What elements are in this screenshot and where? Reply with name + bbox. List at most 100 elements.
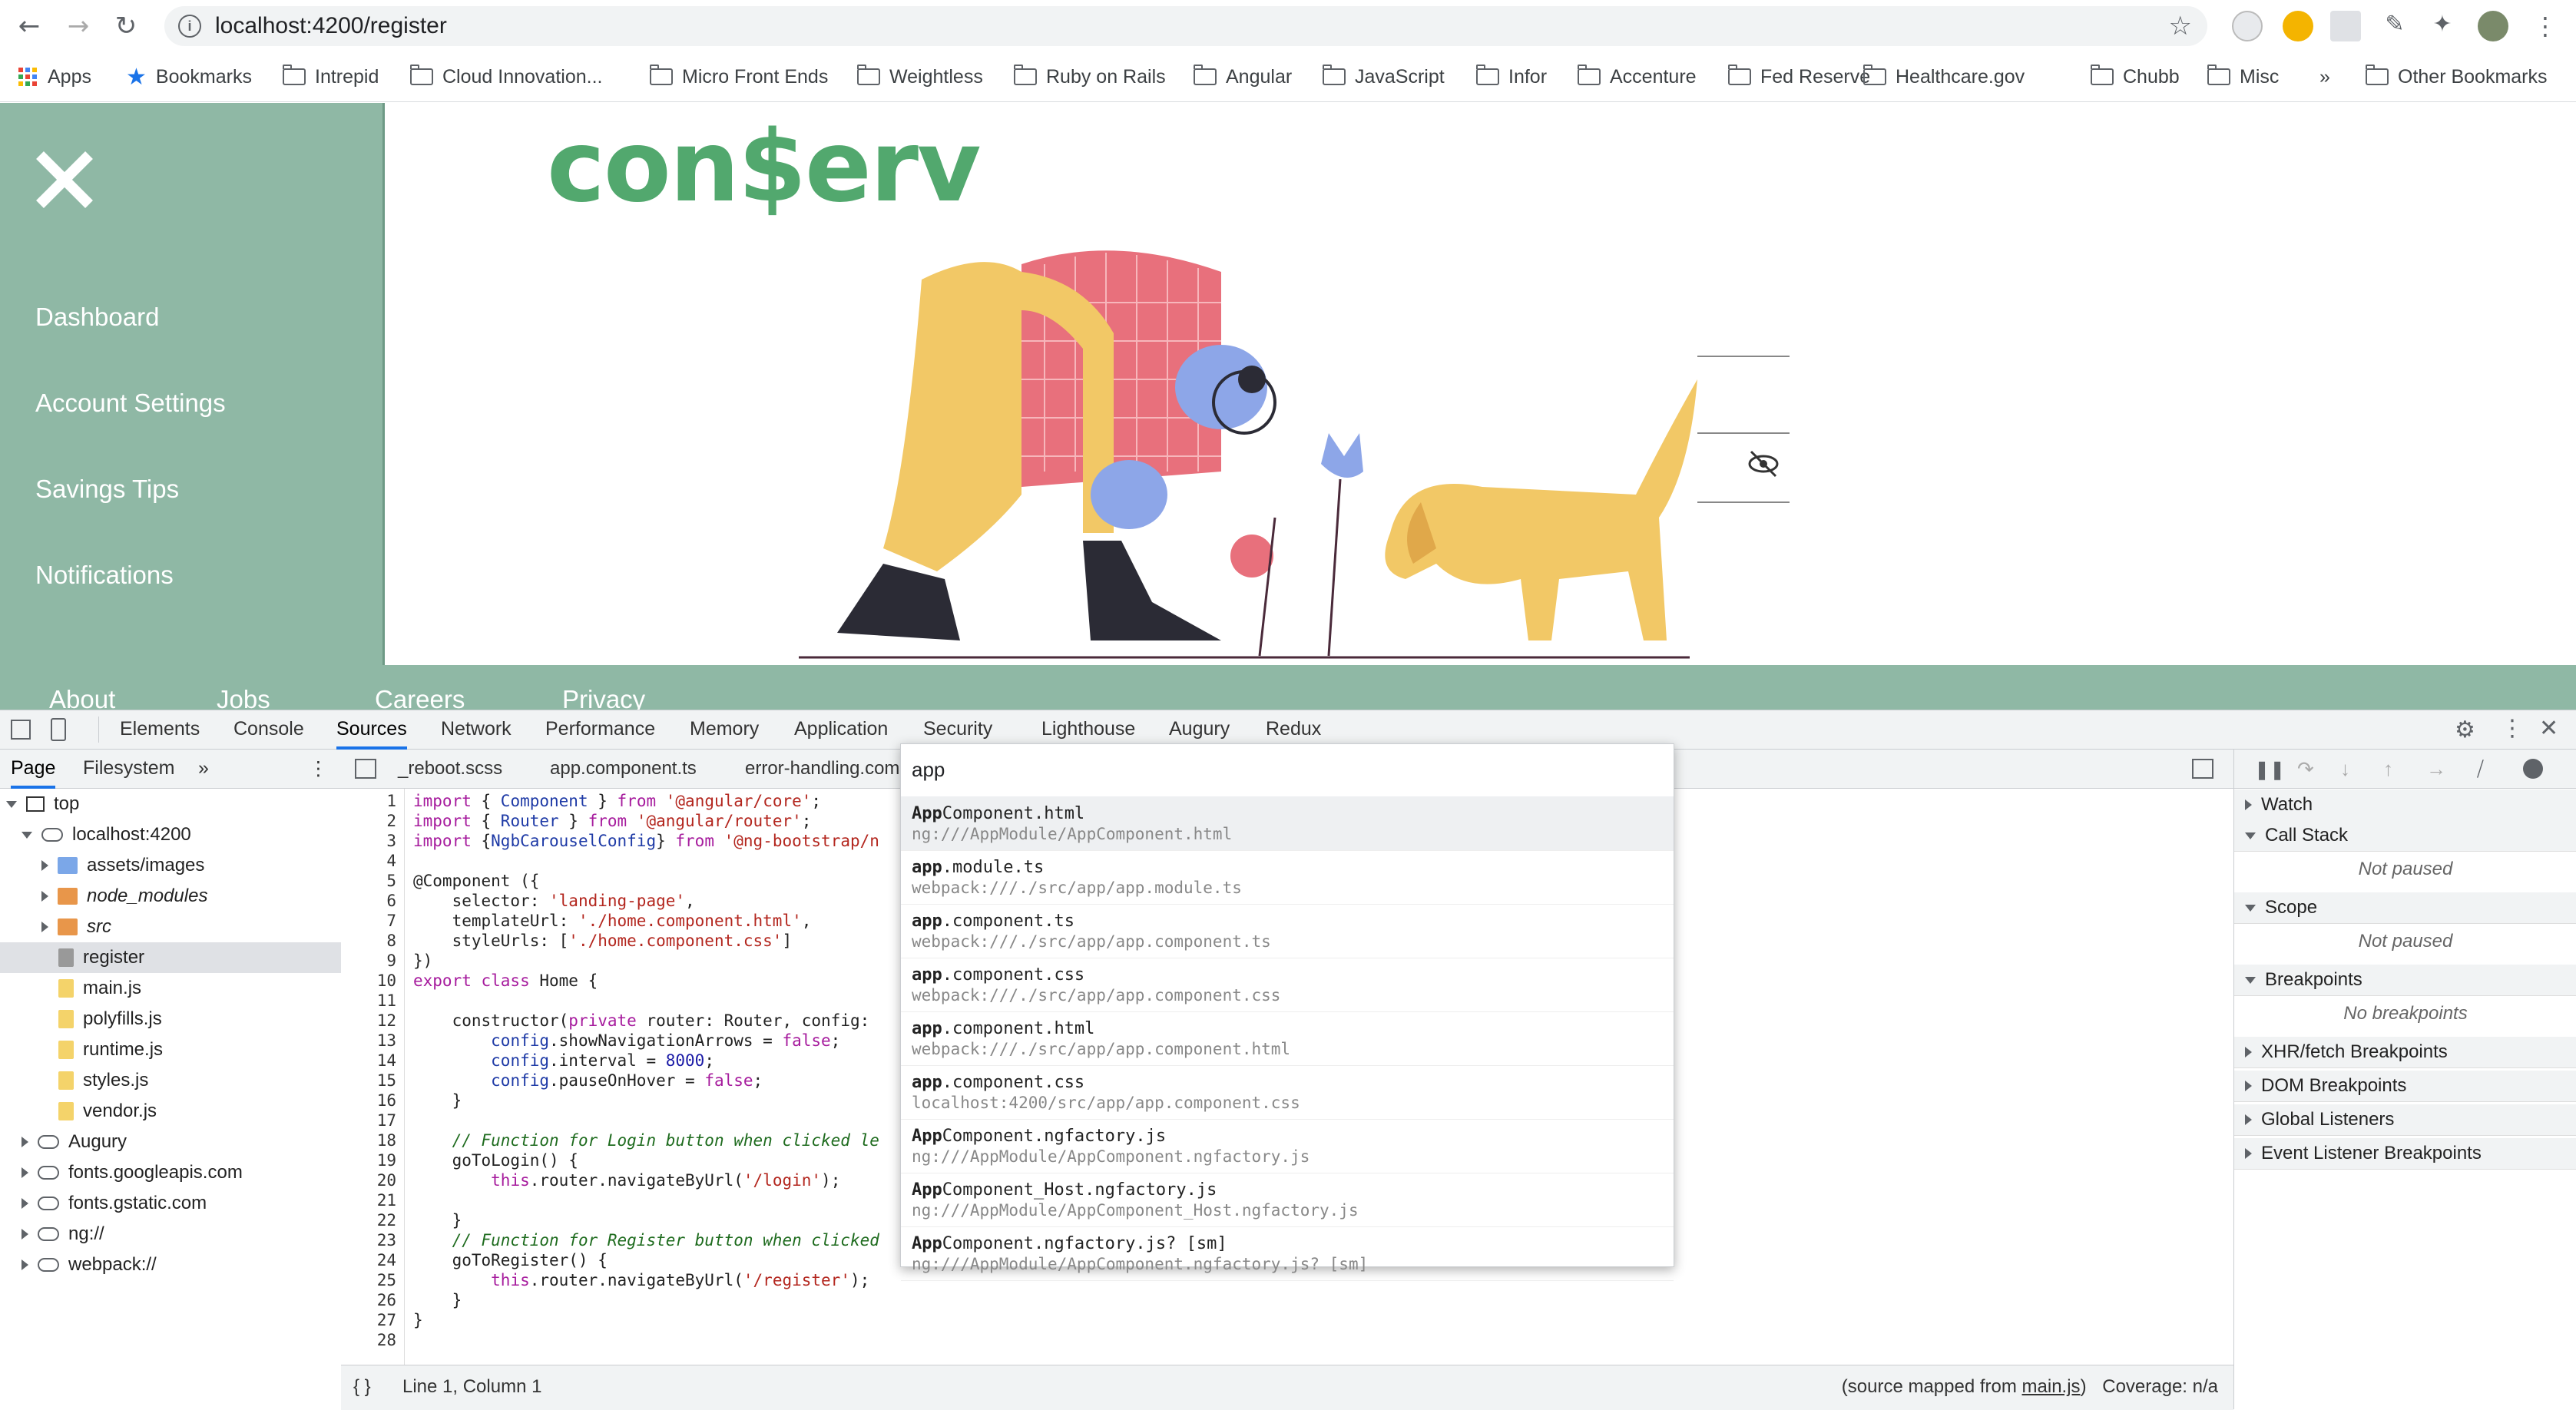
code-line[interactable]: this.router.navigateByUrl('/login'); bbox=[413, 1171, 840, 1190]
extensions-puzzle-icon[interactable]: ✦ bbox=[2427, 11, 2458, 41]
code-line[interactable]: templateUrl: './home.component.html', bbox=[413, 912, 812, 930]
editor-tab[interactable]: app.component.ts bbox=[550, 758, 697, 779]
bookmark-folder[interactable]: Healthcare.gov bbox=[1862, 61, 2025, 92]
bookmark-folder[interactable]: Fed Reserve bbox=[1727, 61, 1870, 92]
more-bookmarks-button[interactable]: » bbox=[2319, 61, 2330, 92]
line-number[interactable]: 19 bbox=[377, 1151, 396, 1170]
tab-memory[interactable]: Memory bbox=[690, 718, 759, 740]
back-arrow-icon[interactable]: ← bbox=[11, 8, 48, 45]
tree-item-file-selected[interactable]: register bbox=[0, 942, 399, 973]
step-over-icon[interactable]: ↷ bbox=[2297, 757, 2314, 781]
tab-augury[interactable]: Augury bbox=[1169, 718, 1230, 740]
tree-item-file[interactable]: runtime.js bbox=[0, 1034, 399, 1065]
tree-item-file[interactable]: main.js bbox=[0, 973, 399, 1004]
extension-moon-icon[interactable] bbox=[2283, 11, 2313, 41]
tree-item-file[interactable]: polyfills.js bbox=[0, 1004, 399, 1034]
step-into-icon[interactable]: ↓ bbox=[2340, 757, 2350, 781]
tab-redux[interactable]: Redux bbox=[1266, 718, 1321, 740]
deactivate-breakpoints-icon[interactable]: ⧸ bbox=[2477, 757, 2484, 782]
line-number[interactable]: 12 bbox=[377, 1011, 396, 1030]
close-icon[interactable] bbox=[34, 149, 95, 210]
tab-elements[interactable]: Elements bbox=[120, 718, 200, 740]
code-line[interactable]: import { Router } from '@angular/router'… bbox=[413, 812, 811, 830]
tab-security[interactable]: Security bbox=[923, 718, 992, 740]
eyedropper-icon[interactable]: ✎ bbox=[2379, 11, 2410, 41]
device-toolbar-icon[interactable] bbox=[51, 718, 66, 741]
browser-menu-icon[interactable]: ⋮ bbox=[2527, 8, 2564, 45]
code-line[interactable]: config.showNavigationArrows = false; bbox=[413, 1031, 840, 1050]
site-info-icon[interactable]: i bbox=[178, 15, 201, 38]
tree-item-folder[interactable]: assets/images bbox=[0, 850, 382, 881]
line-number[interactable]: 21 bbox=[377, 1191, 396, 1210]
quick-open-item[interactable]: AppComponent.ngfactory.js? [sm] ng:///App… bbox=[901, 1226, 1674, 1281]
line-number[interactable]: 23 bbox=[377, 1231, 396, 1249]
footer-about[interactable]: About bbox=[49, 685, 115, 710]
code-line[interactable]: }) bbox=[413, 952, 432, 970]
eye-off-icon[interactable] bbox=[1745, 448, 1782, 479]
step-out-icon[interactable]: ↑ bbox=[2383, 757, 2393, 781]
quick-open-item[interactable]: AppComponent_Host.ngfactory.js ng:///AppM… bbox=[901, 1173, 1674, 1227]
line-number[interactable]: 11 bbox=[377, 991, 396, 1010]
line-number[interactable]: 9 bbox=[386, 952, 396, 970]
forward-arrow-icon[interactable]: → bbox=[60, 8, 97, 45]
quick-open-item[interactable]: AppComponent.ngfactory.js ng:///AppModule… bbox=[901, 1119, 1674, 1173]
tree-item-top[interactable]: top bbox=[0, 789, 347, 819]
pause-on-exceptions-icon[interactable] bbox=[2523, 759, 2543, 779]
code-line[interactable]: // Function for Login button when clicke… bbox=[413, 1131, 879, 1150]
line-number[interactable]: 13 bbox=[377, 1031, 396, 1050]
quick-open-item[interactable]: AppComponent.html ng:///AppModule/AppComp… bbox=[901, 796, 1674, 851]
more-tabs-chevron-icon[interactable]: » bbox=[198, 757, 209, 779]
tab-filesystem[interactable]: Filesystem bbox=[83, 757, 174, 779]
line-number[interactable]: 5 bbox=[386, 872, 396, 890]
line-number[interactable]: 4 bbox=[386, 852, 396, 870]
line-number[interactable]: 26 bbox=[377, 1291, 396, 1309]
code-line[interactable]: } bbox=[413, 1091, 462, 1110]
footer-careers[interactable]: Careers bbox=[375, 685, 465, 710]
address-bar[interactable]: i localhost:4200/register ☆ bbox=[164, 6, 2207, 46]
bookmark-apps[interactable]: Apps bbox=[18, 61, 91, 92]
line-number[interactable]: 16 bbox=[377, 1091, 396, 1110]
nav-notifications[interactable]: Notifications bbox=[35, 561, 174, 590]
bookmark-folder[interactable]: Infor bbox=[1475, 61, 1547, 92]
pretty-print-braces-icon[interactable]: { } bbox=[353, 1376, 371, 1398]
tab-console[interactable]: Console bbox=[233, 718, 304, 740]
code-line[interactable]: this.router.navigateByUrl('/register'); bbox=[413, 1271, 869, 1289]
other-bookmarks[interactable]: Other Bookmarks bbox=[2365, 61, 2548, 92]
code-line[interactable]: @Component ({ bbox=[413, 872, 539, 890]
line-number[interactable]: 10 bbox=[377, 971, 396, 990]
tree-item-origin[interactable]: fonts.gstatic.com bbox=[0, 1188, 363, 1219]
footer-privacy[interactable]: Privacy bbox=[562, 685, 645, 710]
bookmark-folder[interactable]: JavaScript bbox=[1322, 61, 1445, 92]
code-line[interactable]: } bbox=[413, 1311, 423, 1329]
section-global-listeners[interactable]: Global Listeners bbox=[2234, 1104, 2576, 1136]
line-number[interactable]: 1 bbox=[386, 792, 396, 810]
line-number[interactable]: 22 bbox=[377, 1211, 396, 1230]
line-number[interactable]: 28 bbox=[377, 1331, 396, 1349]
tab-network[interactable]: Network bbox=[441, 718, 512, 740]
section-breakpoints[interactable]: Breakpoints bbox=[2234, 965, 2576, 996]
tree-item-origin[interactable]: webpack:// bbox=[0, 1249, 363, 1280]
line-number[interactable]: 2 bbox=[386, 812, 396, 830]
code-line[interactable]: selector: 'landing-page', bbox=[413, 892, 695, 910]
bookmark-folder[interactable]: Ruby on Rails bbox=[1013, 61, 1166, 92]
bookmark-folder[interactable]: Cloud Innovation... bbox=[409, 61, 602, 92]
line-number[interactable]: 14 bbox=[377, 1051, 396, 1070]
line-number[interactable]: 6 bbox=[386, 892, 396, 910]
inspect-element-icon[interactable] bbox=[11, 720, 31, 740]
editor-tab[interactable]: error-handling.com bbox=[745, 758, 899, 779]
tab-performance[interactable]: Performance bbox=[545, 718, 655, 740]
quick-open-item[interactable]: app.component.css webpack:///./src/app/ap… bbox=[901, 958, 1674, 1012]
bookmark-folder[interactable]: Micro Front Ends bbox=[649, 61, 828, 92]
devtools-menu-icon[interactable]: ⋮ bbox=[2501, 715, 2524, 742]
source-map-link[interactable]: main.js bbox=[2022, 1376, 2081, 1397]
line-number[interactable]: 8 bbox=[386, 932, 396, 950]
line-number[interactable]: 15 bbox=[377, 1071, 396, 1090]
tree-item-file[interactable]: styles.js bbox=[0, 1065, 399, 1096]
tree-item-origin[interactable]: ng:// bbox=[0, 1219, 363, 1249]
code-line[interactable]: config.pauseOnHover = false; bbox=[413, 1071, 763, 1090]
section-call-stack[interactable]: Call Stack bbox=[2234, 820, 2576, 852]
code-line[interactable]: } bbox=[413, 1291, 462, 1309]
nav-dashboard[interactable]: Dashboard bbox=[35, 303, 159, 332]
section-xhr-breakpoints[interactable]: XHR/fetch Breakpoints bbox=[2234, 1037, 2576, 1068]
section-watch[interactable]: Watch bbox=[2234, 789, 2576, 821]
